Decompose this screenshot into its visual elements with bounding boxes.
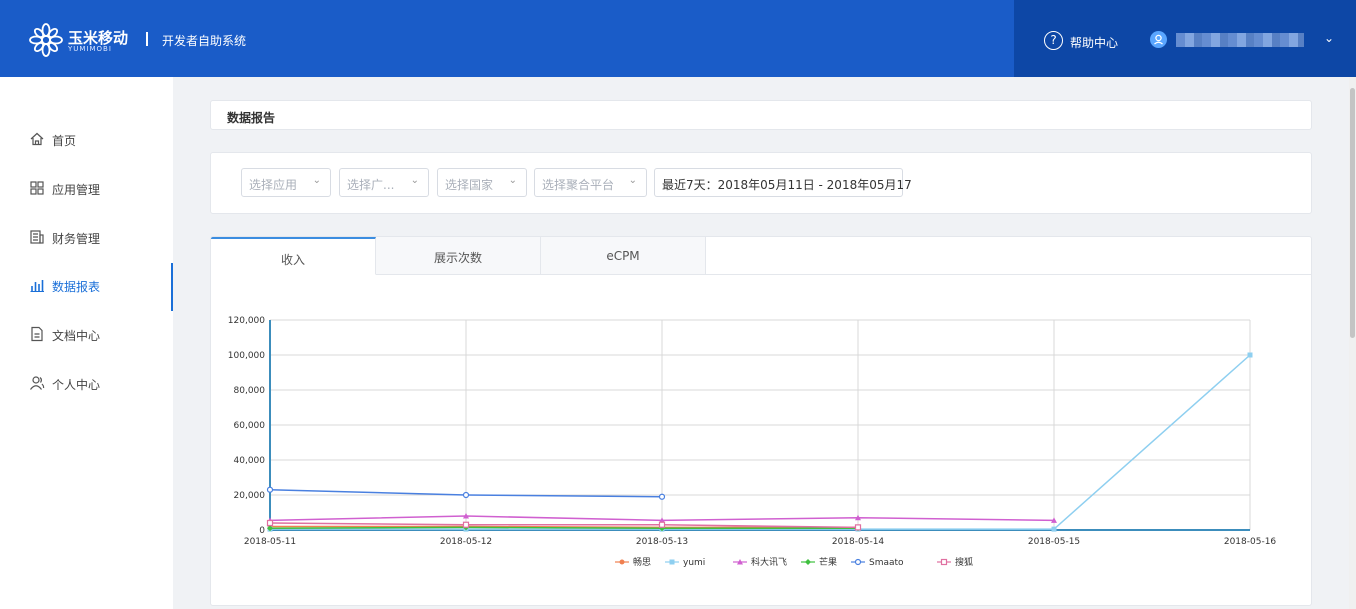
sidebar-item-finance[interactable]: 财务管理 — [0, 215, 173, 259]
chevron-down-icon: ⌄ — [410, 175, 419, 186]
finance-icon — [30, 230, 44, 244]
y-tick-label: 60,000 — [234, 421, 266, 431]
data-point — [940, 558, 948, 566]
home-icon — [30, 132, 44, 146]
data-point — [266, 519, 274, 527]
page-title: 数据报告 — [227, 111, 276, 125]
sidebar: 首页 应用管理 财务管理 数据报表 文档中心 个人中心 — [0, 77, 173, 609]
data-point — [669, 559, 675, 565]
logo-icon[interactable] — [28, 22, 64, 58]
legend-label: 芒果 — [819, 556, 837, 568]
grid-icon — [30, 181, 44, 195]
country-select[interactable]: 选择国家 ⌄ — [437, 168, 527, 197]
scrollbar-thumb[interactable] — [1350, 88, 1355, 338]
data-point — [854, 524, 862, 531]
sidebar-item-label: 应用管理 — [52, 183, 101, 197]
bar-chart-icon — [30, 280, 44, 292]
user-icon — [30, 376, 45, 390]
system-title: 开发者自助系统 — [162, 34, 247, 48]
filter-bar: 选择应用 ⌄ 选择广... ⌄ 选择国家 ⌄ 选择聚合平台 ⌄ 最近7天：201… — [210, 152, 1312, 214]
data-point — [462, 491, 470, 499]
legend-label: 搜狐 — [955, 556, 973, 568]
country-select-placeholder: 选择国家 — [445, 178, 494, 192]
tab-ecpm[interactable]: eCPM — [541, 237, 706, 275]
username-redacted[interactable] — [1176, 33, 1304, 47]
legend-label: 科大讯飞 — [751, 556, 787, 568]
sidebar-item-label: 个人中心 — [52, 378, 101, 392]
revenue-line-chart: 0 20,000 40,000 60,000 80,000 100,000 120,000 2… — [228, 316, 1277, 568]
legend-label: yumi — [683, 558, 705, 568]
data-point — [854, 558, 862, 566]
data-point — [266, 486, 274, 493]
chevron-down-icon: ⌄ — [628, 175, 637, 186]
ad-select-placeholder: 选择广... — [347, 178, 395, 192]
x-tick-label: 2018-05-16 — [1224, 537, 1277, 547]
sidebar-item-home[interactable]: 首页 — [0, 117, 173, 161]
help-icon[interactable]: ? — [1044, 31, 1063, 50]
sidebar-item-label: 文档中心 — [52, 329, 101, 343]
avatar[interactable] — [1150, 31, 1167, 48]
app-select-placeholder: 选择应用 — [249, 178, 298, 192]
document-icon — [31, 326, 43, 342]
header-divider — [146, 32, 148, 46]
tab-label: 展示次数 — [433, 251, 482, 265]
platform-select[interactable]: 选择聚合平台 ⌄ — [534, 168, 647, 197]
platform-select-placeholder: 选择聚合平台 — [542, 178, 615, 192]
y-tick-label: 20,000 — [234, 491, 266, 501]
data-point — [1051, 526, 1057, 532]
logo-subtext: YUMIMOBI — [68, 45, 112, 53]
data-point — [1247, 352, 1253, 358]
tab-label: eCPM — [606, 249, 640, 263]
sidebar-item-data-reports[interactable]: 数据报表 — [0, 263, 173, 311]
legend-label: 畅思 — [633, 556, 651, 568]
page-title-bar: 数据报告 — [210, 100, 1312, 130]
sidebar-item-app-management[interactable]: 应用管理 — [0, 166, 173, 210]
tab-revenue[interactable]: 收入 — [211, 237, 376, 275]
help-center-link[interactable]: 帮助中心 — [1070, 34, 1118, 51]
y-tick-label: 40,000 — [234, 456, 266, 466]
chevron-down-icon: ⌄ — [312, 175, 321, 186]
legend-label: Smaato — [869, 558, 904, 568]
date-range-picker[interactable]: 最近7天：2018年05月11日 - 2018年05月17 — [654, 168, 912, 197]
chevron-down-icon[interactable]: ⌄ — [1324, 31, 1334, 45]
x-tick-label: 2018-05-12 — [440, 537, 492, 547]
data-point — [462, 521, 470, 528]
data-point — [658, 493, 666, 500]
y-tick-label: 100,000 — [228, 351, 265, 361]
app-select[interactable]: 选择应用 ⌄ — [241, 168, 331, 197]
ad-select[interactable]: 选择广... ⌄ — [339, 168, 429, 197]
date-range-value: 最近7天：2018年05月11日 - 2018年05月17 — [662, 178, 912, 192]
chevron-down-icon: ⌄ — [508, 175, 517, 186]
active-indicator — [171, 263, 173, 311]
x-tick-label: 2018-05-11 — [244, 537, 296, 547]
y-tick-label: 120,000 — [228, 316, 265, 326]
sidebar-item-label: 财务管理 — [52, 232, 101, 246]
x-tick-label: 2018-05-13 — [636, 537, 688, 547]
sidebar-item-profile[interactable]: 个人中心 — [0, 361, 173, 405]
tab-label: 收入 — [280, 253, 305, 267]
tab-underline — [706, 274, 1311, 275]
tab-impressions[interactable]: 展示次数 — [376, 237, 541, 275]
avatar-icon — [1154, 34, 1163, 45]
series-line — [269, 526, 858, 529]
data-point — [805, 559, 811, 565]
sidebar-item-label: 首页 — [52, 134, 77, 148]
data-point — [658, 521, 666, 528]
x-tick-label: 2018-05-14 — [832, 537, 885, 547]
sidebar-item-docs[interactable]: 文档中心 — [0, 312, 173, 356]
data-point — [619, 559, 625, 565]
series-line — [270, 354, 1251, 530]
sidebar-item-label: 数据报表 — [52, 280, 101, 294]
x-tick-label: 2018-05-15 — [1028, 537, 1080, 547]
y-tick-label: 80,000 — [234, 386, 266, 396]
y-tick-label: 0 — [259, 526, 265, 536]
